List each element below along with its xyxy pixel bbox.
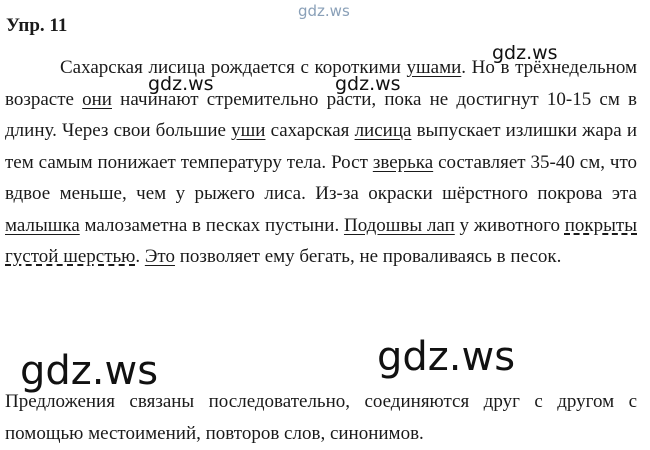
text-segment: . [135, 246, 145, 267]
watermark: gdz.ws [148, 73, 214, 95]
text-segment: малозаметна в песках пустыни. [79, 214, 344, 236]
underlined-word-zverka: зверька [372, 151, 434, 173]
underlined-word-oni: они [82, 88, 112, 110]
conclusion-paragraph: Предложения связаны последовательно, сое… [5, 391, 637, 444]
watermark-large: gdz.ws [377, 334, 516, 380]
text-segment: у животного [454, 214, 565, 236]
underlined-word-malyshka: малышка [5, 214, 80, 236]
underlined-word-eto: Это [144, 246, 175, 267]
page: { "watermarks": { "top": "gdz.ws", "w1":… [0, 0, 650, 449]
main-paragraph: Сахарская лисица рождается с короткими у… [5, 52, 637, 273]
watermark-top: gdz.ws [298, 2, 350, 20]
watermark: gdz.ws [492, 42, 558, 64]
underlined-word-lisitsa: лисица [354, 120, 412, 141]
watermark-large: gdz.ws [20, 348, 159, 394]
text-segment: позволяет ему бегать, не проваливаясь в … [174, 246, 562, 267]
underlined-phrase-podoshvy: Подошвы лап [343, 214, 455, 236]
watermark: gdz.ws [335, 73, 401, 95]
text-segment: сахарская [265, 120, 355, 141]
underlined-word-ushi: уши [231, 120, 266, 141]
exercise-title: Упр. 11 [6, 15, 68, 36]
underlined-word-ushami: ушами [406, 57, 462, 78]
